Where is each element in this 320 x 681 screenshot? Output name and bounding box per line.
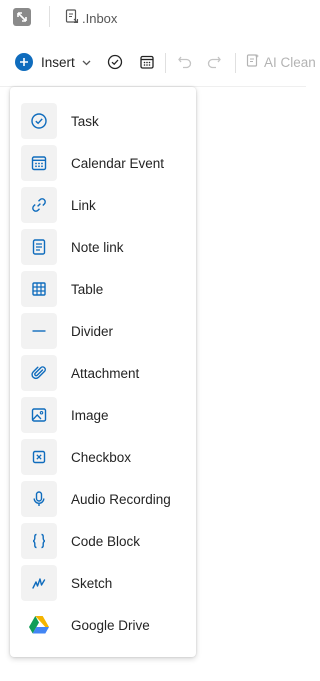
undo-icon[interactable] [176, 53, 194, 71]
menu-item-label: Checkbox [71, 449, 132, 465]
note-icon [21, 229, 57, 265]
calendar-icon[interactable] [138, 53, 156, 71]
google-drive-icon [21, 607, 57, 643]
note-page-icon [65, 9, 79, 27]
menu-item-sketch[interactable]: Sketch [10, 562, 196, 604]
menu-item-divider[interactable]: Divider [10, 310, 196, 352]
breadcrumb[interactable]: .Inbox [65, 9, 117, 27]
insert-label: Insert [41, 54, 75, 70]
redo-icon[interactable] [205, 53, 223, 71]
divider [49, 6, 50, 27]
task-check-circle-icon [21, 103, 57, 139]
toolbar-divider [235, 53, 236, 73]
task-check-icon[interactable] [106, 53, 124, 71]
microphone-icon [21, 481, 57, 517]
table-icon [21, 271, 57, 307]
ai-clean-button[interactable]: AI Clean [246, 53, 316, 71]
toolbar: Insert AI Clean [0, 48, 316, 78]
chevron-down-icon [82, 53, 91, 71]
menu-item-calendar-event[interactable]: Calendar Event [10, 142, 196, 184]
menu-item-label: Note link [71, 239, 124, 255]
paperclip-icon [21, 355, 57, 391]
link-icon [21, 187, 57, 223]
ai-clean-icon [246, 53, 260, 71]
menu-item-label: Code Block [71, 533, 141, 549]
expand-icon[interactable] [13, 8, 31, 26]
toolbar-divider [165, 53, 166, 73]
menu-item-task[interactable]: Task [10, 100, 196, 142]
menu-item-google-drive[interactable]: Google Drive [10, 604, 196, 646]
insert-menu: Task Calendar Event Link Note link Table [10, 87, 196, 657]
menu-item-label: Link [71, 197, 96, 213]
menu-item-label: Sketch [71, 575, 113, 591]
menu-item-label: Audio Recording [71, 491, 171, 507]
plus-icon [15, 53, 33, 71]
divider-icon [21, 313, 57, 349]
menu-item-label: Google Drive [71, 617, 150, 633]
menu-item-image[interactable]: Image [10, 394, 196, 436]
breadcrumb-label: .Inbox [82, 10, 118, 26]
menu-item-label: Image [71, 407, 109, 423]
menu-item-audio-recording[interactable]: Audio Recording [10, 478, 196, 520]
menu-item-label: Table [71, 281, 104, 297]
top-bar: .Inbox [0, 0, 306, 34]
insert-button[interactable]: Insert [15, 53, 91, 71]
menu-item-label: Divider [71, 323, 114, 339]
code-braces-icon [21, 523, 57, 559]
menu-item-label: Attachment [71, 365, 140, 381]
calendar-icon [21, 145, 57, 181]
menu-item-link[interactable]: Link [10, 184, 196, 226]
menu-item-checkbox[interactable]: Checkbox [10, 436, 196, 478]
menu-item-label: Calendar Event [71, 155, 165, 171]
sketch-icon [21, 565, 57, 601]
menu-item-attachment[interactable]: Attachment [10, 352, 196, 394]
menu-item-table[interactable]: Table [10, 268, 196, 310]
checkbox-icon [21, 439, 57, 475]
image-icon [21, 397, 57, 433]
menu-item-label: Task [71, 113, 99, 129]
menu-item-code-block[interactable]: Code Block [10, 520, 196, 562]
ai-clean-label: AI Clean [264, 54, 316, 70]
menu-item-note-link[interactable]: Note link [10, 226, 196, 268]
